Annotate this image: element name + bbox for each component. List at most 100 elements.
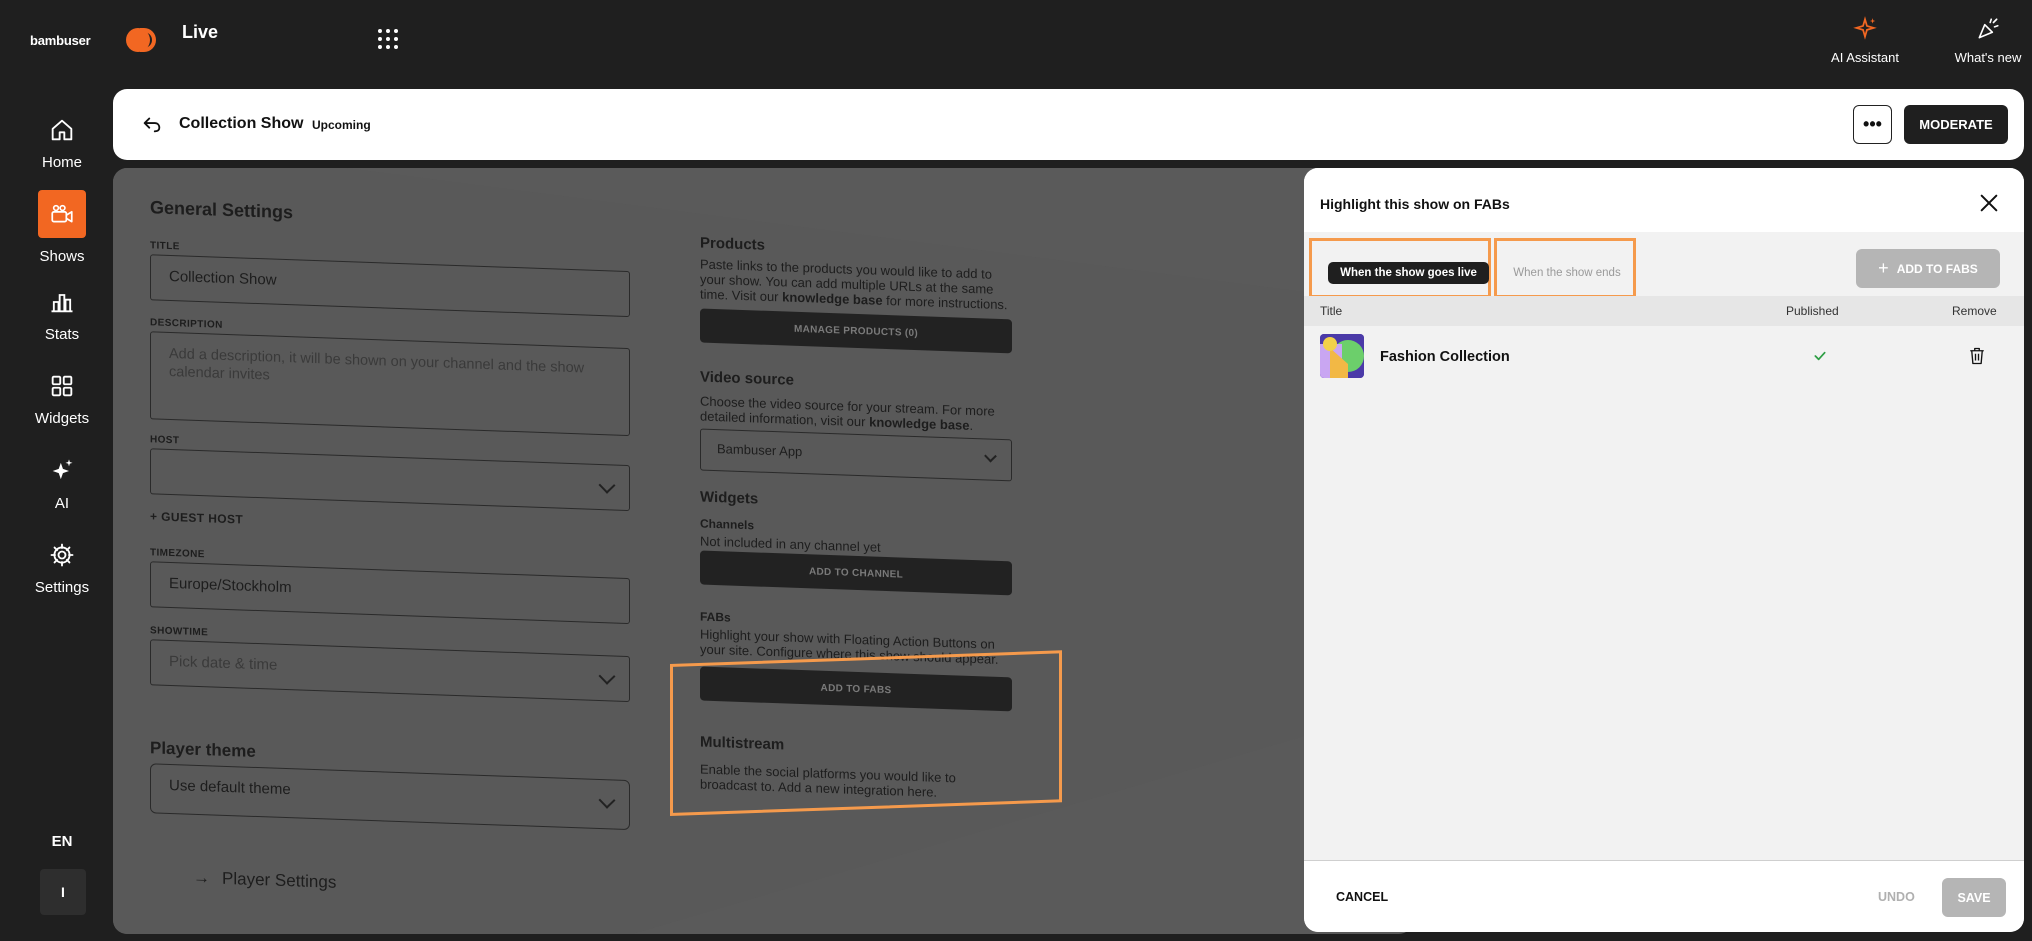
sidebar-item-settings[interactable]: Settings xyxy=(0,541,124,596)
sidebar-item-stats[interactable]: Stats xyxy=(0,288,124,343)
fabs-drawer: Highlight this show on FABs When the sho… xyxy=(1304,168,2024,932)
more-options-button[interactable]: ••• xyxy=(1853,105,1892,144)
top-bar: bambuser Live AI Assistant What's new xyxy=(0,0,2032,82)
sidebar-item-label: Settings xyxy=(34,579,90,596)
cancel-button[interactable]: CANCEL xyxy=(1336,890,1388,904)
chevron-down-icon xyxy=(598,667,616,685)
column-remove: Remove xyxy=(1952,304,1997,318)
chevron-down-icon xyxy=(598,476,616,494)
fabs-highlight-box xyxy=(670,650,1062,816)
drawer-title: Highlight this show on FABs xyxy=(1320,196,1510,212)
sidebar-item-label: Home xyxy=(41,154,82,171)
sidebar: Home Shows Stats Widgets AI Settings xyxy=(0,82,124,941)
description-input[interactable]: Add a description, it will be shown on y… xyxy=(150,331,630,437)
host-label: HOST xyxy=(150,434,180,447)
ai-assistant-button[interactable]: AI Assistant xyxy=(1820,16,1910,65)
app-name: Live xyxy=(182,22,219,42)
knowledge-base-link[interactable]: knowledge base xyxy=(869,414,969,433)
video-source-title: Video source xyxy=(700,368,794,389)
add-to-fabs-label: ADD TO FABS xyxy=(1896,261,1978,276)
back-arrow-icon[interactable] xyxy=(141,113,163,135)
collection-thumbnail xyxy=(1320,334,1364,378)
row-title: Fashion Collection xyxy=(1380,349,1510,365)
sidebar-item-label: AI xyxy=(54,495,70,512)
trash-icon[interactable] xyxy=(1968,346,1986,366)
moderate-button[interactable]: MODERATE xyxy=(1904,105,2008,144)
party-icon xyxy=(1978,18,1999,39)
manage-products-button[interactable]: MANAGE PRODUCTS (0) xyxy=(700,308,1012,354)
tab-show-goes-live[interactable]: When the show goes live xyxy=(1328,262,1489,284)
player-theme-title: Player theme xyxy=(150,738,256,761)
live-logo-icon xyxy=(126,28,156,52)
tab-show-ends[interactable]: When the show ends xyxy=(1502,262,1632,284)
guest-host-link[interactable]: + GUEST HOST xyxy=(150,509,243,526)
whats-new-label: What's new xyxy=(1954,50,2022,65)
add-to-fabs-button[interactable]: + ADD TO FABS xyxy=(1856,249,2000,288)
column-title: Title xyxy=(1320,304,1343,318)
published-check-icon xyxy=(1814,351,1826,361)
close-icon[interactable] xyxy=(1978,192,2000,214)
page-title: Collection Show xyxy=(179,115,304,132)
sidebar-item-home[interactable]: Home xyxy=(0,116,124,171)
products-title: Products xyxy=(700,234,766,254)
add-to-channel-button[interactable]: ADD TO CHANNEL xyxy=(700,550,1012,596)
widgets-icon xyxy=(51,375,73,397)
sparkle-icon xyxy=(52,459,73,480)
sidebar-item-shows[interactable]: Shows xyxy=(0,190,124,265)
sidebar-item-label: Shows xyxy=(39,248,85,265)
sidebar-item-ai[interactable]: AI xyxy=(0,457,124,512)
gear-icon xyxy=(50,543,74,567)
camera-icon xyxy=(51,204,73,223)
fabs-label: FABs xyxy=(700,609,731,625)
products-description: Paste links to the products you would li… xyxy=(700,256,1008,313)
sidebar-item-label: Stats xyxy=(44,326,80,343)
timezone-label: TIMEZONE xyxy=(150,547,205,561)
show-header: Collection Show Upcoming ••• MODERATE xyxy=(113,89,2024,160)
player-settings-label: Player Settings xyxy=(222,868,337,892)
drawer-footer: CANCEL UNDO SAVE xyxy=(1304,860,2024,932)
video-source-description: Choose the video source for your stream.… xyxy=(700,393,995,434)
player-settings-link[interactable]: → Player Settings xyxy=(193,868,336,893)
undo-button[interactable]: UNDO xyxy=(1878,890,1915,904)
sidebar-item-label: Widgets xyxy=(34,410,90,427)
plus-icon: + xyxy=(1878,258,1889,278)
language-selector[interactable]: EN xyxy=(0,833,124,850)
video-source-value: Bambuser App xyxy=(717,441,803,460)
player-theme-select[interactable]: Use default theme xyxy=(150,763,630,831)
status-badge: Upcoming xyxy=(312,118,371,132)
description-label: DESCRIPTION xyxy=(150,317,223,331)
showtime-label: SHOWTIME xyxy=(150,625,209,639)
app-grid-icon[interactable] xyxy=(378,29,398,49)
table-header: Title Published Remove xyxy=(1304,296,2024,326)
knowledge-base-link[interactable]: knowledge base xyxy=(782,289,882,308)
channels-label: Channels xyxy=(700,516,755,533)
arrow-right-icon: → xyxy=(193,867,210,888)
video-source-select[interactable]: Bambuser App xyxy=(700,428,1012,482)
timezone-input[interactable]: Europe/Stockholm xyxy=(150,561,630,625)
sparkle-icon xyxy=(1853,16,1877,40)
show-settings-form: General Settings TITLE Collection Show D… xyxy=(113,168,1413,934)
table-row: Fashion Collection xyxy=(1304,326,2024,390)
save-button[interactable]: SAVE xyxy=(1942,878,2006,917)
chevron-down-icon xyxy=(984,449,997,463)
host-select[interactable] xyxy=(150,448,630,512)
ellipsis-icon: ••• xyxy=(1863,114,1882,134)
home-icon xyxy=(51,119,73,141)
whats-new-button[interactable]: What's new xyxy=(1948,16,2028,65)
sidebar-item-widgets[interactable]: Widgets xyxy=(0,372,124,427)
title-input[interactable]: Collection Show xyxy=(150,254,630,318)
column-published: Published xyxy=(1786,304,1839,318)
showtime-picker[interactable]: Pick date & time xyxy=(150,639,630,703)
widgets-title: Widgets xyxy=(700,488,759,508)
title-label: TITLE xyxy=(150,240,180,253)
avatar[interactable]: I xyxy=(40,869,86,915)
chevron-down-icon xyxy=(598,791,616,809)
show-settings-panel: General Settings TITLE Collection Show D… xyxy=(113,168,1413,934)
showtime-placeholder: Pick date & time xyxy=(169,652,278,674)
player-theme-value: Use default theme xyxy=(169,776,291,799)
bar-chart-icon xyxy=(51,294,73,313)
drawer-header: Highlight this show on FABs xyxy=(1304,168,2024,232)
ai-assistant-label: AI Assistant xyxy=(1831,50,1899,65)
general-settings-title: General Settings xyxy=(150,197,294,223)
brand-logo[interactable]: bambuser xyxy=(30,33,91,48)
